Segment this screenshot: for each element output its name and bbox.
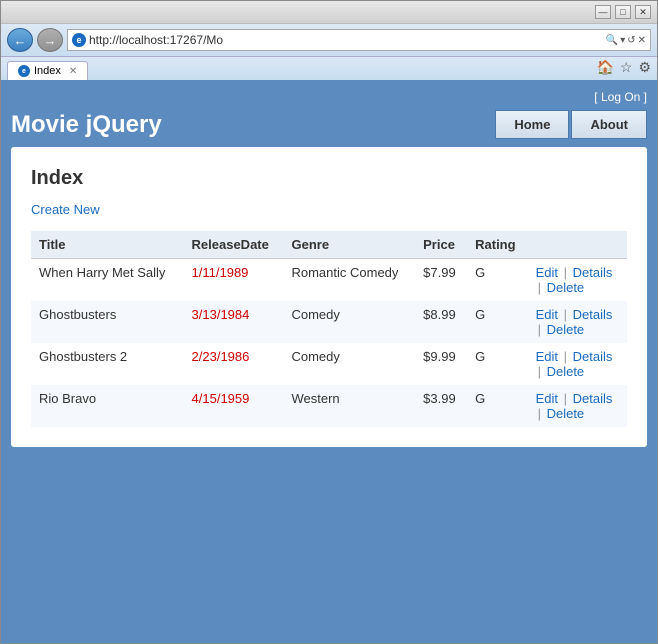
cell-rating: G bbox=[467, 301, 527, 343]
delete-link[interactable]: Delete bbox=[547, 322, 585, 337]
col-title: Title bbox=[31, 231, 184, 259]
home-icon[interactable]: 🏠 bbox=[596, 59, 613, 76]
settings-icon[interactable]: ⚙ bbox=[638, 59, 651, 76]
cell-price: $3.99 bbox=[415, 385, 467, 427]
cell-actions: Edit | Details | Delete bbox=[528, 343, 627, 385]
table-row: Ghostbusters 3/13/1984 Comedy $8.99 G Ed… bbox=[31, 301, 627, 343]
cell-title: Rio Bravo bbox=[31, 385, 184, 427]
separator-2: | bbox=[538, 280, 545, 295]
cell-price: $9.99 bbox=[415, 343, 467, 385]
cell-price: $8.99 bbox=[415, 301, 467, 343]
separator-2: | bbox=[538, 364, 545, 379]
separator-1: | bbox=[564, 391, 571, 406]
col-release-date: ReleaseDate bbox=[184, 231, 284, 259]
cell-genre: Comedy bbox=[283, 301, 415, 343]
edit-link[interactable]: Edit bbox=[536, 265, 558, 280]
col-actions bbox=[528, 231, 627, 259]
cell-title: When Harry Met Sally bbox=[31, 259, 184, 302]
search-icon[interactable]: 🔍 bbox=[606, 35, 618, 46]
tab-bar: e Index ✕ 🏠 ☆ ⚙ bbox=[1, 57, 657, 80]
col-price: Price bbox=[415, 231, 467, 259]
details-link[interactable]: Details bbox=[573, 391, 613, 406]
edit-link[interactable]: Edit bbox=[536, 307, 558, 322]
create-new-link[interactable]: Create New bbox=[31, 202, 100, 217]
page-title: Index bbox=[31, 167, 627, 190]
cell-actions: Edit | Details | Delete bbox=[528, 259, 627, 302]
edit-link[interactable]: Edit bbox=[536, 391, 558, 406]
col-rating: Rating bbox=[467, 231, 527, 259]
app-title: Movie jQuery bbox=[11, 111, 162, 139]
cell-genre: Romantic Comedy bbox=[283, 259, 415, 302]
cell-title: Ghostbusters bbox=[31, 301, 184, 343]
browser-toolbar-icons: 🏠 ☆ ⚙ bbox=[596, 59, 651, 80]
cell-price: $7.99 bbox=[415, 259, 467, 302]
nav-buttons: Home About bbox=[495, 110, 647, 139]
home-nav-button[interactable]: Home bbox=[495, 110, 569, 139]
movies-table: Title ReleaseDate Genre Price Rating Whe… bbox=[31, 231, 627, 427]
url-actions: 🔍 ▾ ↺ ✕ bbox=[606, 35, 646, 46]
table-row: When Harry Met Sally 1/11/1989 Romantic … bbox=[31, 259, 627, 302]
tab-favicon: e bbox=[18, 65, 30, 77]
close-button[interactable]: ✕ bbox=[635, 5, 651, 19]
dropdown-icon[interactable]: ▾ bbox=[620, 35, 625, 46]
separator-1: | bbox=[564, 349, 571, 364]
title-bar: — □ ✕ bbox=[1, 1, 657, 24]
separator-2: | bbox=[538, 322, 545, 337]
log-on-link[interactable]: [ Log On ] bbox=[594, 90, 647, 104]
app-header: [ Log On ] bbox=[11, 90, 647, 104]
app-top-nav: Movie jQuery Home About bbox=[11, 110, 647, 139]
cell-release-date: 2/23/1986 bbox=[184, 343, 284, 385]
url-bar[interactable]: e http://localhost:17267/Mo 🔍 ▾ ↺ ✕ bbox=[67, 29, 651, 51]
cell-release-date: 4/15/1959 bbox=[184, 385, 284, 427]
cell-rating: G bbox=[467, 259, 527, 302]
table-row: Ghostbusters 2 2/23/1986 Comedy $9.99 G … bbox=[31, 343, 627, 385]
delete-link[interactable]: Delete bbox=[547, 406, 585, 421]
cell-actions: Edit | Details | Delete bbox=[528, 385, 627, 427]
browser-window: — □ ✕ ← → e http://localhost:17267/Mo 🔍 … bbox=[0, 0, 658, 644]
address-bar: ← → e http://localhost:17267/Mo 🔍 ▾ ↺ ✕ bbox=[1, 24, 657, 57]
cell-genre: Western bbox=[283, 385, 415, 427]
details-link[interactable]: Details bbox=[573, 265, 613, 280]
details-link[interactable]: Details bbox=[573, 349, 613, 364]
main-content-box: Index Create New Title ReleaseDate Genre… bbox=[11, 147, 647, 447]
delete-link[interactable]: Delete bbox=[547, 280, 585, 295]
table-row: Rio Bravo 4/15/1959 Western $3.99 G Edit… bbox=[31, 385, 627, 427]
delete-link[interactable]: Delete bbox=[547, 364, 585, 379]
minimize-button[interactable]: — bbox=[595, 5, 611, 19]
table-header-row: Title ReleaseDate Genre Price Rating bbox=[31, 231, 627, 259]
tab-label: Index bbox=[34, 65, 61, 77]
separator-1: | bbox=[564, 307, 571, 322]
maximize-button[interactable]: □ bbox=[615, 5, 631, 19]
cell-rating: G bbox=[467, 343, 527, 385]
tab-close-button[interactable]: ✕ bbox=[69, 66, 77, 77]
separator-1: | bbox=[564, 265, 571, 280]
cell-release-date: 1/11/1989 bbox=[184, 259, 284, 302]
back-button[interactable]: ← bbox=[7, 28, 33, 52]
refresh-icon[interactable]: ↺ bbox=[627, 35, 635, 46]
cell-genre: Comedy bbox=[283, 343, 415, 385]
details-link[interactable]: Details bbox=[573, 307, 613, 322]
separator-2: | bbox=[538, 406, 545, 421]
url-text: http://localhost:17267/Mo bbox=[89, 33, 603, 47]
edit-link[interactable]: Edit bbox=[536, 349, 558, 364]
active-tab[interactable]: e Index ✕ bbox=[7, 61, 88, 80]
about-nav-button[interactable]: About bbox=[571, 110, 647, 139]
browser-icon: e bbox=[72, 33, 86, 47]
favorites-icon[interactable]: ☆ bbox=[620, 59, 633, 76]
cell-actions: Edit | Details | Delete bbox=[528, 301, 627, 343]
cell-title: Ghostbusters 2 bbox=[31, 343, 184, 385]
col-genre: Genre bbox=[283, 231, 415, 259]
cell-rating: G bbox=[467, 385, 527, 427]
stop-icon[interactable]: ✕ bbox=[638, 35, 646, 46]
app-content: [ Log On ] Movie jQuery Home About Index… bbox=[1, 80, 657, 643]
forward-button[interactable]: → bbox=[37, 28, 63, 52]
cell-release-date: 3/13/1984 bbox=[184, 301, 284, 343]
